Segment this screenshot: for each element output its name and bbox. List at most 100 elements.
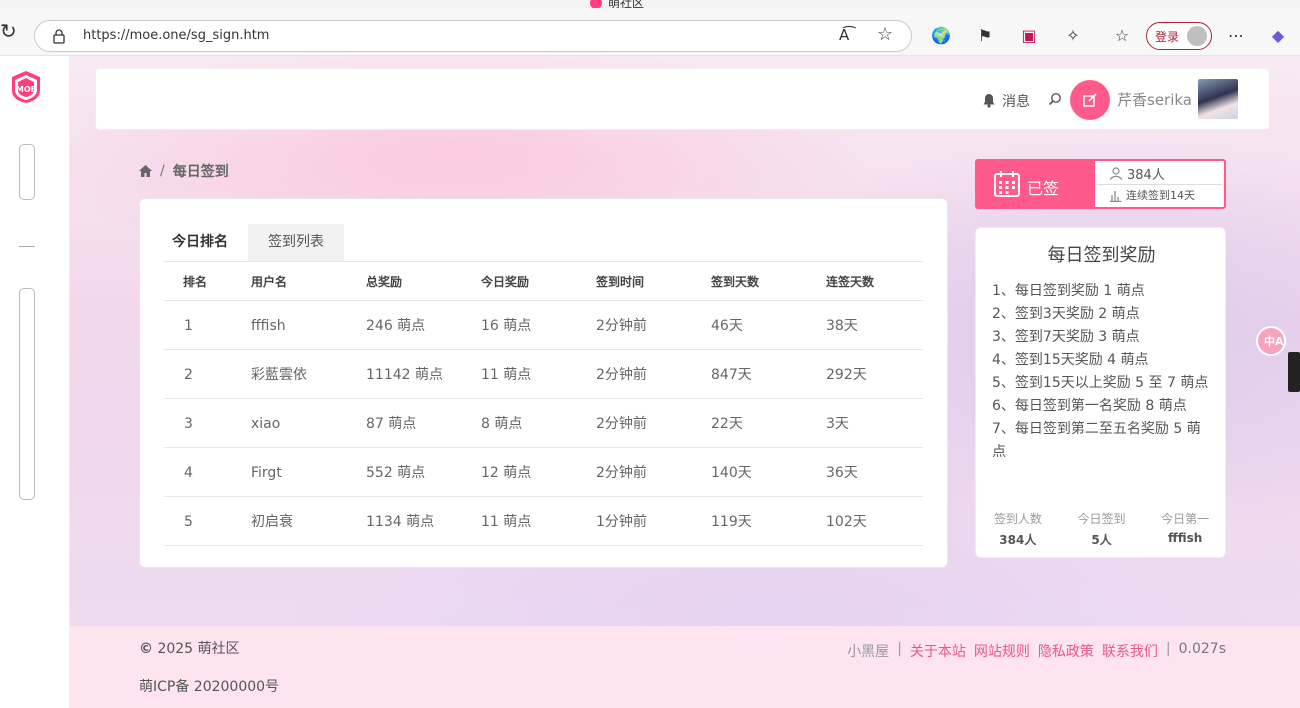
col-streak-days: 连签天数 xyxy=(807,261,923,301)
signed-button[interactable]: 已签 xyxy=(977,161,1095,207)
read-aloud-icon[interactable]: A͡ xyxy=(839,26,849,44)
cell-total-reward: 87 萌点 xyxy=(347,398,462,448)
tab-bar: 今日排名 签到列表 xyxy=(164,224,344,261)
tab-sign-list[interactable]: 签到列表 xyxy=(248,224,344,261)
col-today-reward: 今日奖励 xyxy=(462,261,577,301)
cell-sign-days: 119天 xyxy=(692,496,807,546)
reward-card: 每日签到奖励 1、每日签到奖励 1 萌点 2、签到3天奖励 2 萌点 3、签到7… xyxy=(975,227,1226,558)
main-content: 消息 芹香serika / 每日签到 今日排名 签到列表 排名 用户名 总奖励 … xyxy=(70,56,1300,708)
col-rank: 排名 xyxy=(164,261,232,301)
cell-streak-days: 36天 xyxy=(807,447,923,497)
stat-today-first: 今日第一 fffish xyxy=(1143,510,1227,548)
moe-logo-icon[interactable]: MOE xyxy=(10,70,42,104)
browser-login-button[interactable]: 登录 xyxy=(1146,22,1212,50)
url-text[interactable]: https://moe.one/sg_sign.htm xyxy=(83,28,269,43)
cell-streak-days: 38天 xyxy=(807,300,923,350)
bell-icon[interactable] xyxy=(982,93,996,108)
reward-rule: 2、签到3天奖励 2 萌点 xyxy=(992,306,1140,322)
page-scrollbar[interactable] xyxy=(1288,352,1300,392)
tab-today-ranking[interactable]: 今日排名 xyxy=(164,224,248,261)
home-icon[interactable] xyxy=(139,165,152,177)
sign-info-divider xyxy=(1097,184,1222,185)
table-row: 3 xiao 87 萌点 8 萌点 2分钟前 22天 3天 xyxy=(164,398,923,448)
reload-icon[interactable]: ↻ xyxy=(0,21,17,41)
footer-divider: | xyxy=(897,641,902,657)
cell-username[interactable]: 彩藍雲依 xyxy=(232,349,347,399)
username-link[interactable]: 芹香serika xyxy=(1117,89,1192,110)
stat-value: 5人 xyxy=(1091,533,1112,547)
sign-people-count: 384人 xyxy=(1127,168,1165,183)
stat-value[interactable]: fffish xyxy=(1143,531,1227,545)
ranking-card: 今日排名 签到列表 排名 用户名 总奖励 今日奖励 签到时间 签到天数 连签天数… xyxy=(139,198,948,568)
cell-username[interactable]: Firgt xyxy=(232,447,347,497)
cell-rank: 4 xyxy=(164,447,232,497)
link-privacy[interactable]: 隐私政策 xyxy=(1038,641,1094,661)
user-avatar[interactable] xyxy=(1198,79,1238,119)
extension-translate-icon[interactable]: ▣ xyxy=(1019,26,1039,46)
link-about[interactable]: 关于本站 xyxy=(910,641,966,661)
favorite-star-icon[interactable]: ☆ xyxy=(877,24,893,45)
sign-info: 384人 连续签到14天 xyxy=(1095,161,1224,207)
cell-rank: 2 xyxy=(164,349,232,399)
page-timing: 0.027s xyxy=(1178,641,1226,657)
cell-sign-days: 140天 xyxy=(692,447,807,497)
sidebar-scroll-thumb[interactable] xyxy=(19,288,35,500)
col-sign-time: 签到时间 xyxy=(577,261,692,301)
cell-sign-time: 2分钟前 xyxy=(577,300,692,350)
cell-username[interactable]: xiao xyxy=(232,398,347,448)
ranking-table: 排名 用户名 总奖励 今日奖励 签到时间 签到天数 连签天数 1 fffish … xyxy=(164,261,923,546)
address-bar[interactable]: https://moe.one/sg_sign.htm A͡ ☆ xyxy=(34,20,912,52)
col-total-reward: 总奖励 xyxy=(347,261,462,301)
col-sign-days: 签到天数 xyxy=(692,261,807,301)
lock-icon xyxy=(53,29,65,44)
favorites-icon[interactable]: ☆ xyxy=(1112,26,1132,46)
table-row: 5 初启衰 1134 萌点 11 萌点 1分钟前 119天 102天 xyxy=(164,496,923,546)
copilot-icon[interactable]: ◆ xyxy=(1268,26,1288,46)
login-label: 登录 xyxy=(1155,30,1180,44)
stat-label: 今日签到 xyxy=(1077,512,1126,526)
cell-today-reward: 11 萌点 xyxy=(462,496,577,546)
reward-stats: 签到人数 384人 今日签到 5人 今日第一 fffish xyxy=(976,510,1227,548)
reward-title: 每日签到奖励 xyxy=(1047,245,1156,266)
extension-pin-icon[interactable]: ⚑ xyxy=(975,26,995,46)
reward-rule: 6、每日签到第一名奖励 8 萌点 xyxy=(992,398,1187,414)
copyright-text: 2025 萌社区 xyxy=(157,641,240,657)
reward-rule: 5、签到15天以上奖励 5 至 7 萌点 xyxy=(992,375,1209,391)
signed-label: 已签 xyxy=(1027,179,1060,198)
cell-sign-time: 2分钟前 xyxy=(577,398,692,448)
cell-username[interactable]: 初启衰 xyxy=(232,496,347,546)
table-header-row: 排名 用户名 总奖励 今日奖励 签到时间 签到天数 连签天数 xyxy=(164,261,923,301)
extensions-puzzle-icon[interactable]: ✧ xyxy=(1063,26,1083,46)
more-menu-icon[interactable]: ⋯ xyxy=(1226,26,1246,46)
link-blacklist[interactable]: 小黑屋 xyxy=(847,641,889,661)
reward-rule: 7、每日签到第二至五名奖励 5 萌点 xyxy=(992,421,1201,460)
cell-username[interactable]: fffish xyxy=(232,300,347,350)
table-row: 4 Firgt 552 萌点 12 萌点 2分钟前 140天 36天 xyxy=(164,447,923,497)
cell-total-reward: 11142 萌点 xyxy=(347,349,462,399)
stat-value: 384人 xyxy=(999,533,1037,547)
icp-text[interactable]: 萌ICP备 20200000号 xyxy=(139,676,279,696)
cell-sign-time: 2分钟前 xyxy=(577,349,692,399)
col-username: 用户名 xyxy=(232,261,347,301)
stat-label: 今日第一 xyxy=(1161,512,1210,526)
cell-today-reward: 8 萌点 xyxy=(462,398,577,448)
reward-rules: 1、每日签到奖励 1 萌点 2、签到3天奖励 2 萌点 3、签到7天奖励 3 萌… xyxy=(992,280,1214,464)
sign-streak: 连续签到14天 xyxy=(1126,189,1195,202)
extension-globe-icon[interactable]: 🌍 xyxy=(931,26,951,46)
cell-sign-days: 22天 xyxy=(692,398,807,448)
cell-streak-days: 102天 xyxy=(807,496,923,546)
breadcrumb-separator: / xyxy=(160,163,165,179)
cell-today-reward: 11 萌点 xyxy=(462,349,577,399)
translate-float-button[interactable]: 中A xyxy=(1256,326,1286,356)
sidebar-scroll-thumb-top[interactable] xyxy=(19,144,35,200)
table-row: 1 fffish 246 萌点 16 萌点 2分钟前 46天 38天 xyxy=(164,300,923,350)
svg-text:MOE: MOE xyxy=(16,85,36,94)
new-post-button[interactable] xyxy=(1070,80,1110,120)
link-rules[interactable]: 网站规则 xyxy=(974,641,1030,661)
search-icon[interactable] xyxy=(1048,92,1062,106)
link-contact[interactable]: 联系我们 xyxy=(1102,641,1158,661)
cell-rank: 3 xyxy=(164,398,232,448)
edit-icon xyxy=(1083,93,1097,107)
messages-link[interactable]: 消息 xyxy=(1002,91,1030,111)
stat-label: 签到人数 xyxy=(993,512,1042,526)
